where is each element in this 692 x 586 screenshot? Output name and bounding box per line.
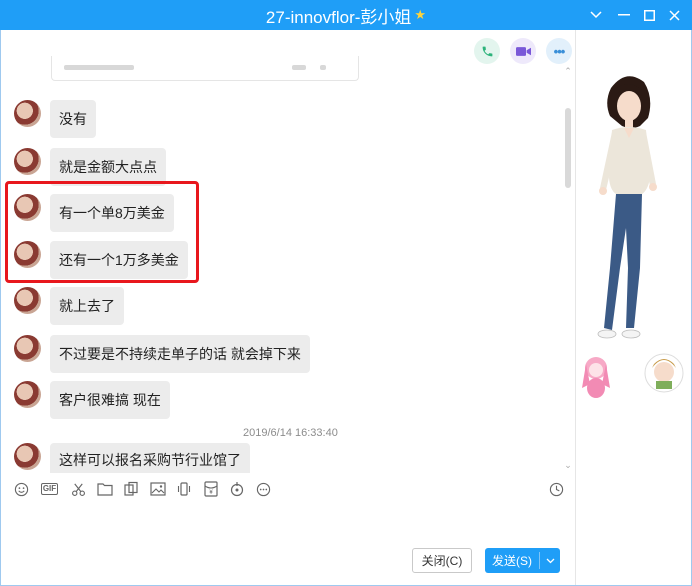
transfer-icon[interactable] [228,480,246,498]
more-icon[interactable]: ••• [546,38,572,64]
avatar[interactable] [14,381,41,408]
message-bubble: 客户很难搞 现在 [50,381,170,419]
message-row: 没有 [14,100,96,138]
message-row: 客户很难搞 现在 [14,381,170,419]
window-title-text: 27-innovflor-彭小姐 [265,7,412,27]
quoted-message-card [51,56,359,81]
avatar[interactable] [14,287,41,314]
avatar[interactable] [14,335,41,362]
input-toolbar: GIF ¥ [12,480,281,498]
clock-icon[interactable] [547,480,565,498]
send-options-chevron-icon[interactable] [540,556,560,566]
scissors-icon[interactable] [69,480,87,498]
message-timestamp: 2019/6/14 16:33:40 [243,427,338,439]
folder-icon[interactable] [96,480,114,498]
more-circle-icon[interactable] [255,480,273,498]
send-button[interactable]: 发送(S) [485,548,560,573]
message-bubble: 就上去了 [50,287,124,325]
red-packet-icon[interactable]: ¥ [202,480,220,498]
send-button-label[interactable]: 发送(S) [485,552,539,569]
close-button[interactable]: 关闭(C) [412,548,472,573]
message-input[interactable] [1,503,575,543]
minimize-icon[interactable] [614,5,634,25]
gif-icon[interactable]: GIF [39,480,61,498]
video-icon[interactable] [510,38,536,64]
star-icon: ★ [414,7,427,22]
avatar-show-panel [576,30,691,585]
emoji-icon[interactable] [12,480,30,498]
message-row: 就上去了 [14,287,124,325]
avatar[interactable] [14,100,41,127]
avatar-show-figure [582,76,684,398]
message-row: 不过要是不持续走单子的话 就会掉下来 [14,335,310,373]
close-icon[interactable] [664,5,684,25]
avatar[interactable] [14,443,41,470]
call-actions: ••• [474,38,572,64]
image-icon[interactable] [149,480,167,498]
highlight-annotation-box [5,181,199,283]
scrollbar[interactable]: ⌃ ⌄ [563,66,573,472]
scrollbar-thumb[interactable] [565,108,571,188]
message-bubble: 这样可以报名采购节行业馆了 [50,443,250,473]
scroll-down-icon[interactable]: ⌄ [563,460,573,471]
message-bubble: 没有 [50,100,96,138]
gif-label: GIF [40,483,59,495]
screenshot-icon[interactable] [122,480,140,498]
maximize-icon[interactable] [639,5,659,25]
avatar[interactable] [14,148,41,175]
message-bubble: 不过要是不持续走单子的话 就会掉下来 [50,335,310,373]
phone-icon[interactable] [474,38,500,64]
svg-text:¥: ¥ [209,490,213,496]
message-row: 这样可以报名采购节行业馆了 [14,443,250,473]
shake-icon[interactable] [175,480,193,498]
chevron-down-icon[interactable] [586,5,606,25]
scroll-up-icon[interactable]: ⌃ [563,66,573,77]
